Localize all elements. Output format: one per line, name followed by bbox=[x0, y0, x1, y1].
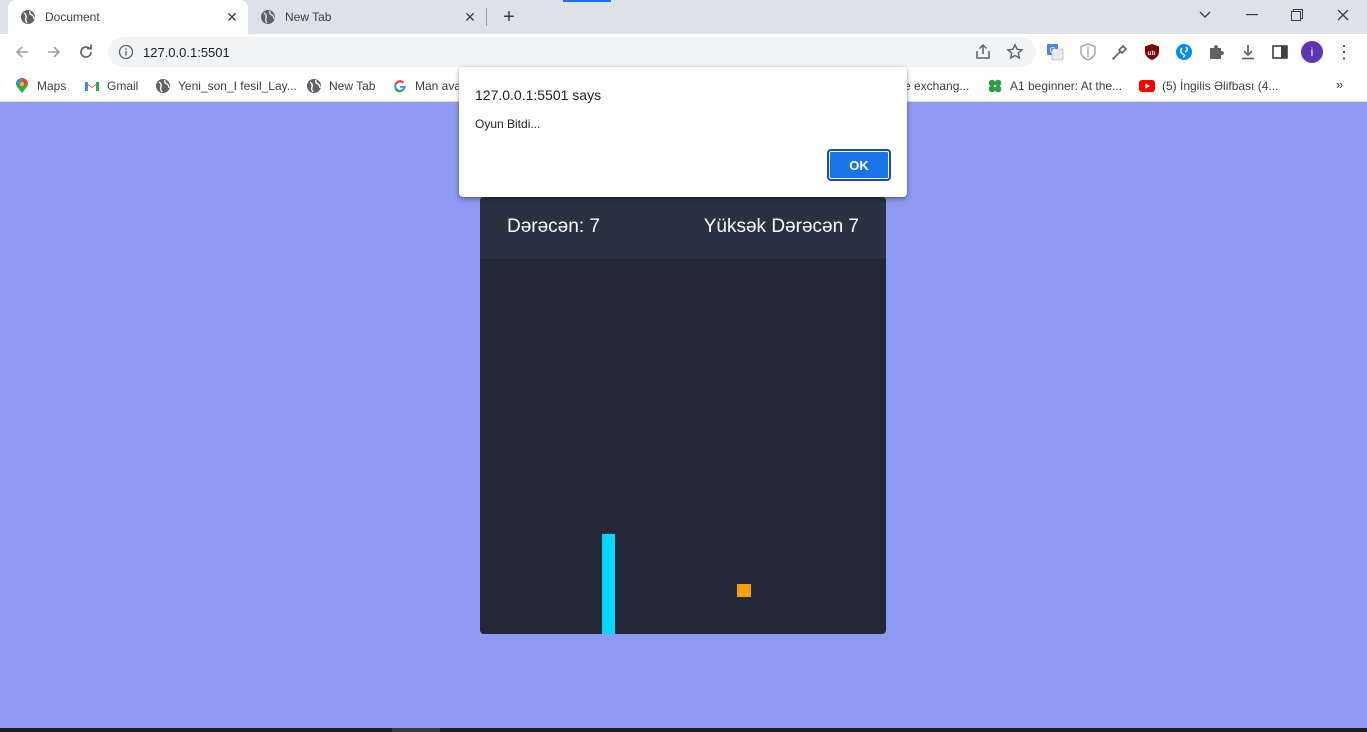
bookmark-new-tab[interactable]: New Tab bbox=[306, 77, 375, 95]
sidepanel-icon[interactable] bbox=[1270, 42, 1290, 62]
globe-icon bbox=[306, 78, 322, 94]
minimize-button[interactable] bbox=[1229, 0, 1275, 30]
globe-icon bbox=[21, 10, 35, 24]
forward-button[interactable] bbox=[40, 38, 68, 66]
game-header: Dərəcən: 7 Yüksək Dərəcən 7 bbox=[480, 197, 886, 259]
tab-new-tab[interactable]: New Tab ✕ bbox=[250, 0, 486, 34]
tab-title: Document bbox=[45, 10, 100, 24]
bookmark-label: Maps bbox=[37, 79, 67, 93]
food bbox=[737, 584, 751, 597]
arrow-right-icon bbox=[48, 46, 61, 58]
svg-text:G: G bbox=[1050, 46, 1056, 55]
bookmark-star-icon[interactable] bbox=[1006, 43, 1024, 61]
tab-close-icon[interactable]: ✕ bbox=[460, 7, 480, 27]
bookmark-label: Gmail bbox=[107, 79, 139, 93]
bookmark-label: Man ava bbox=[415, 79, 462, 93]
puzzle-icon[interactable] bbox=[1206, 42, 1226, 62]
bookmark-a1-beginner[interactable]: A1 beginner: At the... bbox=[987, 77, 1122, 95]
clover-icon bbox=[987, 78, 1003, 94]
globe-icon bbox=[155, 78, 171, 94]
google-icon bbox=[392, 78, 408, 94]
new-tab-button[interactable]: + bbox=[497, 5, 521, 29]
play-area[interactable] bbox=[480, 259, 886, 634]
ok-button[interactable]: OK bbox=[827, 149, 891, 181]
share-icon[interactable] bbox=[974, 43, 992, 61]
shazam-icon[interactable] bbox=[1174, 42, 1194, 62]
bookmark-label: Yeni_son_I fesil_Lay... bbox=[178, 79, 297, 93]
tab-document[interactable]: Document ✕ bbox=[8, 0, 248, 34]
browser-toolbar: 127.0.0.1:5501 G ub i ⋮ bbox=[0, 34, 1367, 70]
bookmark-label: New Tab bbox=[329, 79, 376, 93]
bookmarks-overflow-button[interactable]: » bbox=[1336, 77, 1343, 92]
minimize-icon bbox=[1246, 14, 1258, 16]
bookmark-label: (5) İngilis Əlifbası (4... bbox=[1162, 79, 1279, 93]
close-icon bbox=[1337, 9, 1349, 21]
bookmark-exchange[interactable]: e exchang... bbox=[904, 77, 969, 95]
game-board: Dərəcən: 7 Yüksək Dərəcən 7 bbox=[480, 197, 886, 634]
arrow-left-icon bbox=[15, 46, 28, 58]
shield-icon[interactable] bbox=[1078, 42, 1098, 62]
bookmark-maps[interactable]: Maps bbox=[14, 77, 66, 95]
info-icon[interactable] bbox=[118, 44, 134, 60]
download-icon[interactable] bbox=[1238, 42, 1258, 62]
reload-button[interactable] bbox=[72, 38, 100, 66]
bookmark-man-ava[interactable]: Man ava bbox=[392, 77, 461, 95]
restore-button[interactable] bbox=[1274, 0, 1320, 30]
maps-icon bbox=[14, 78, 30, 94]
dialog-title: 127.0.0.1:5501 says bbox=[475, 87, 602, 103]
tab-title: New Tab bbox=[285, 10, 332, 24]
gmail-icon bbox=[84, 78, 100, 94]
youtube-icon bbox=[1139, 78, 1155, 94]
globe-icon bbox=[261, 10, 275, 24]
snake bbox=[602, 534, 615, 634]
back-button[interactable] bbox=[8, 38, 36, 66]
close-window-button[interactable] bbox=[1320, 0, 1366, 30]
tab-search-button[interactable] bbox=[1182, 0, 1228, 30]
taskbar-active-item[interactable] bbox=[392, 728, 440, 732]
tab-separator bbox=[486, 8, 487, 26]
svg-text:ub: ub bbox=[1148, 50, 1156, 57]
ublock-icon[interactable]: ub bbox=[1142, 42, 1162, 62]
bookmark-ingilis-elifbasi[interactable]: (5) İngilis Əlifbası (4... bbox=[1139, 77, 1278, 95]
avatar[interactable]: i bbox=[1301, 41, 1323, 63]
url-text[interactable]: 127.0.0.1:5501 bbox=[143, 45, 230, 60]
bookmark-gmail[interactable]: Gmail bbox=[84, 77, 138, 95]
translate-icon[interactable]: G bbox=[1045, 42, 1065, 62]
tab-drag-indicator bbox=[563, 0, 611, 2]
eyedropper-icon[interactable] bbox=[1110, 42, 1130, 62]
tab-strip: Document ✕ New Tab ✕ + bbox=[0, 0, 1367, 34]
restore-icon bbox=[1291, 9, 1303, 21]
taskbar bbox=[0, 728, 1367, 732]
bookmark-label: A1 beginner: At the... bbox=[1010, 79, 1123, 93]
current-score: Dərəcən: 7 bbox=[507, 216, 600, 237]
bookmark-yeni-son[interactable]: Yeni_son_I fesil_Lay... bbox=[155, 77, 297, 95]
menu-icon[interactable]: ⋮ bbox=[1334, 42, 1354, 62]
alert-dialog: 127.0.0.1:5501 says Oyun Bitdi... OK bbox=[459, 67, 907, 197]
bookmark-label: e exchang... bbox=[904, 79, 970, 93]
chevron-down-icon bbox=[1199, 11, 1211, 18]
tab-close-icon[interactable]: ✕ bbox=[222, 7, 242, 27]
high-score: Yüksək Dərəcən 7 bbox=[703, 216, 859, 237]
dialog-message: Oyun Bitdi... bbox=[475, 117, 541, 131]
address-bar[interactable]: 127.0.0.1:5501 bbox=[108, 37, 1036, 67]
reload-icon bbox=[80, 44, 92, 58]
